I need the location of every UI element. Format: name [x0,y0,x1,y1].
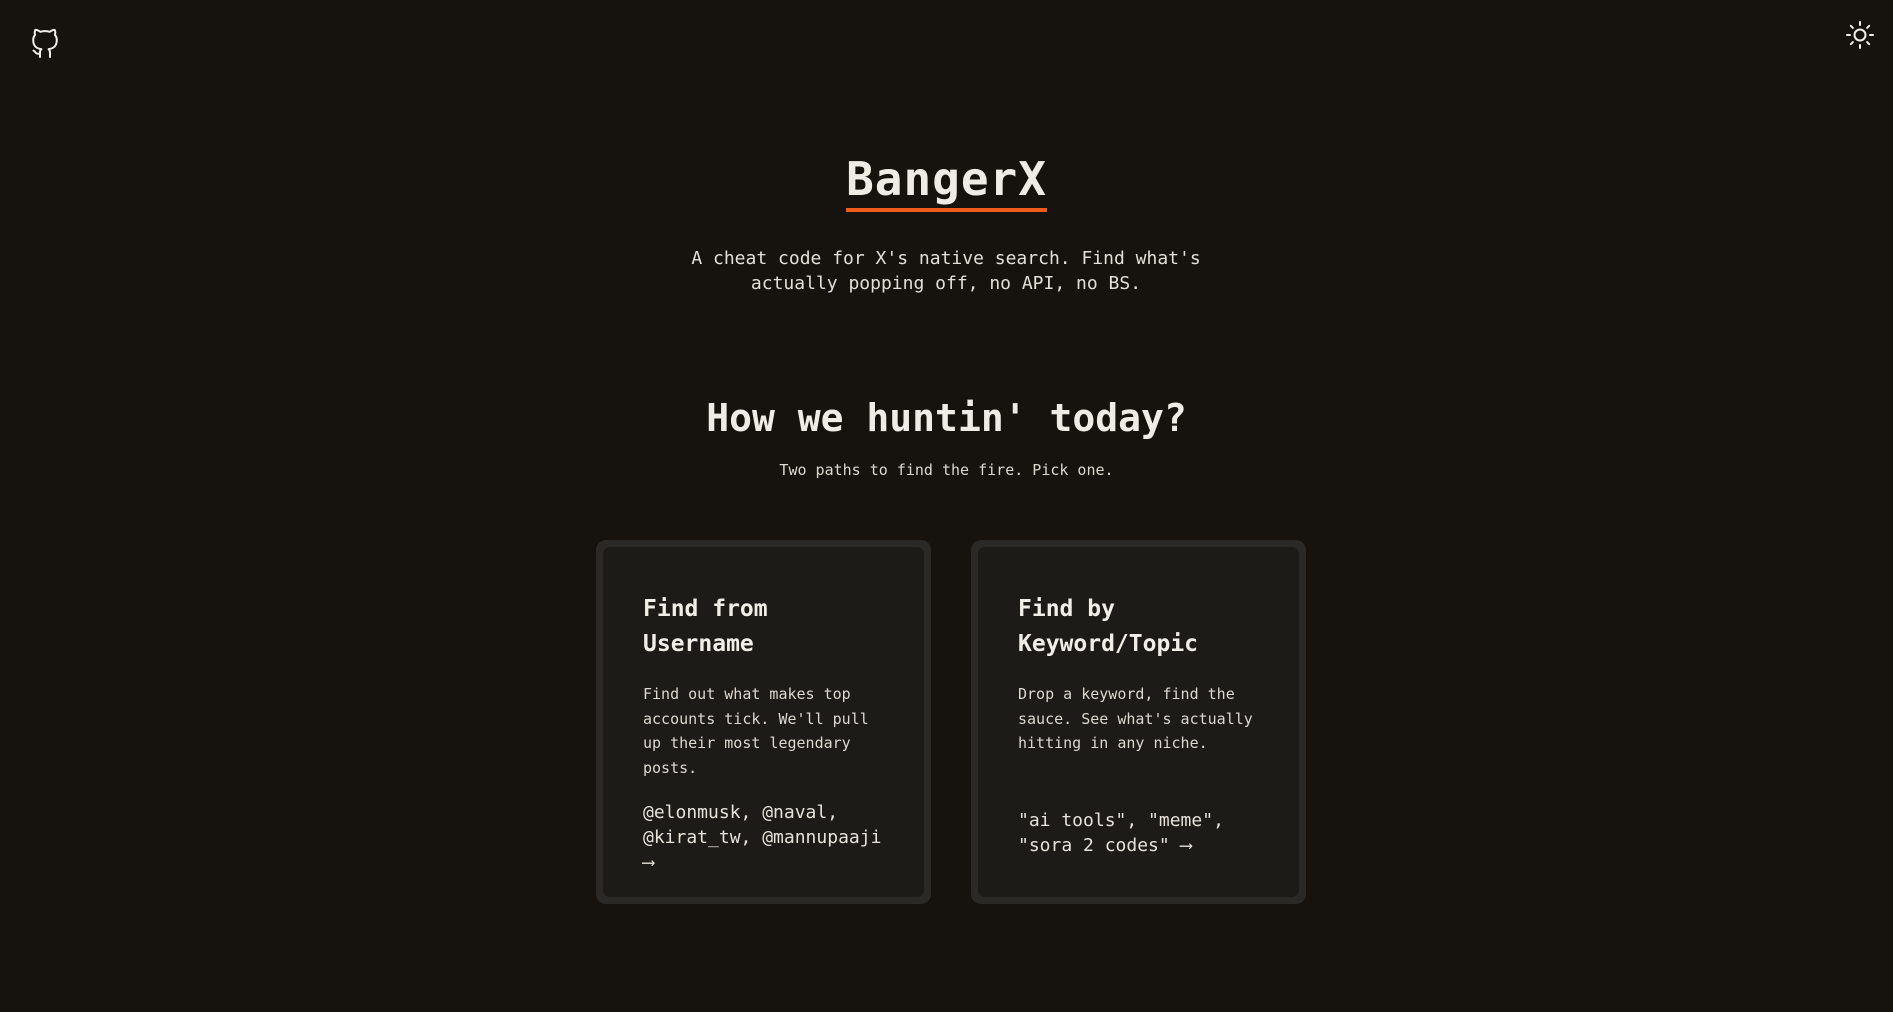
github-icon [32,28,58,58]
hero: BangerX [0,152,1893,212]
landing-page: BangerX A cheat code for X's native sear… [0,0,1893,1012]
sun-icon [1846,21,1874,49]
card-example: @elonmusk, @naval, @kirat_tw, @mannupaaj… [643,800,894,875]
card-inner: Find from Username Find out what makes t… [603,547,924,897]
tagline: A cheat code for X's native search. Find… [691,248,1201,294]
card-description: Find out what makes top accounts tick. W… [643,685,869,777]
arrow-right-icon: ⟶ [1180,835,1192,856]
card-description: Drop a keyword, find the sauce. See what… [1018,685,1253,752]
section-heading: How we huntin' today? [706,396,1187,440]
find-from-username-card[interactable]: Find from Username Find out what makes t… [596,540,931,904]
github-link[interactable] [28,28,60,60]
find-by-keyword-card[interactable]: Find by Keyword/Topic Drop a keyword, fi… [971,540,1306,904]
card-example: "ai tools", "meme", "sora 2 codes" ⟶ [1018,808,1269,858]
card-example-text: @elonmusk, @naval, @kirat_tw, @mannupaaj… [643,802,882,848]
card-title: Find by Keyword/Topic [1018,596,1199,657]
theme-toggle-button[interactable] [1845,20,1875,50]
card-title: Find from Username [643,596,768,657]
card-inner: Find by Keyword/Topic Drop a keyword, fi… [978,547,1299,897]
app-title: BangerX [846,152,1047,212]
card-example-text: "ai tools", "meme", "sora 2 codes" [1018,810,1224,856]
arrow-right-icon: ⟶ [643,852,654,873]
section-subheading: Two paths to find the fire. Pick one. [779,461,1114,479]
